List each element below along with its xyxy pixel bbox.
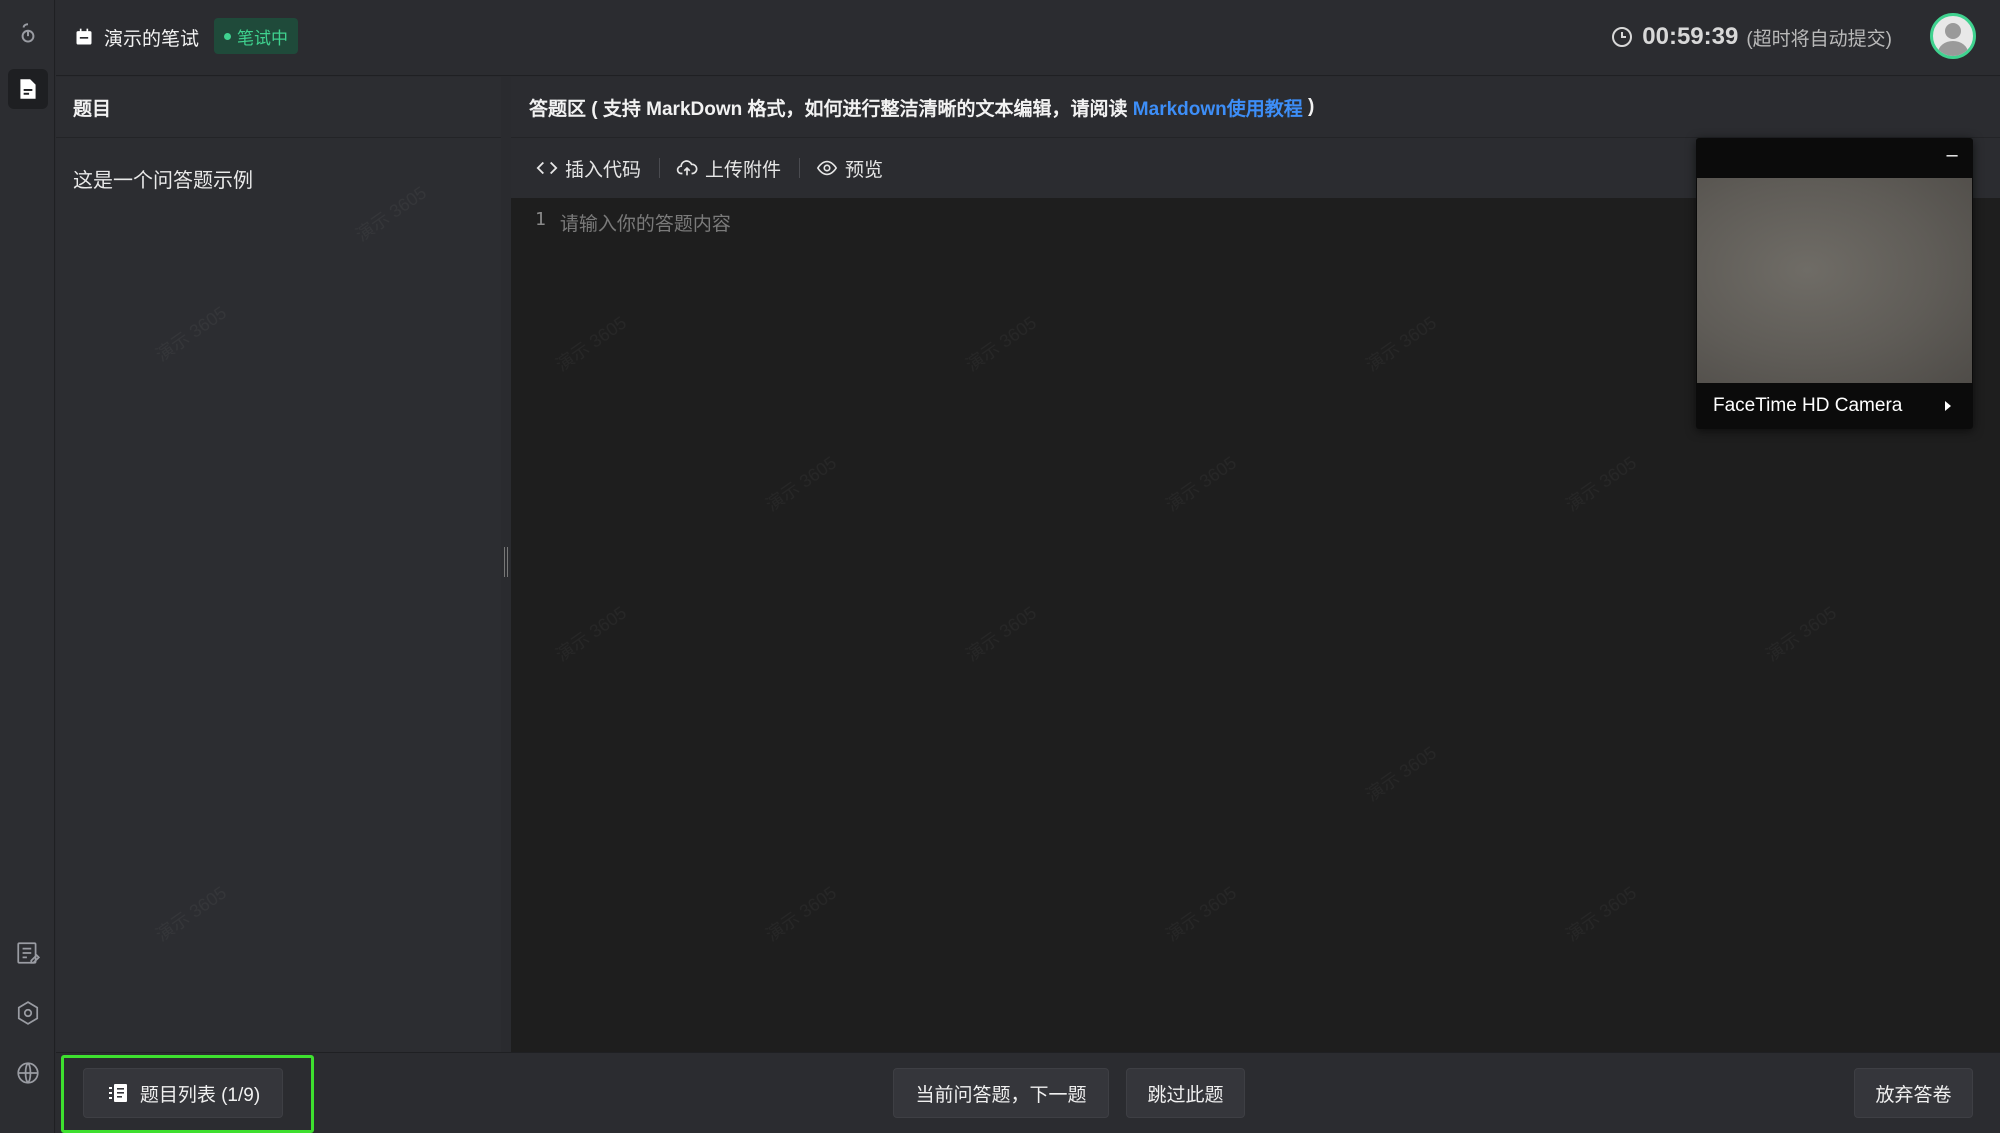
insert-code-button[interactable]: 插入代码	[536, 155, 659, 182]
insert-code-label: 插入代码	[565, 159, 642, 181]
question-text: 这是一个问答题示例	[73, 170, 253, 192]
answer-header-suffix: )	[1302, 96, 1315, 117]
camera-preview-window[interactable]: – FaceTime HD Camera	[1696, 138, 1973, 429]
exam-app: 演示的笔试 笔试中 00:59:39 (超时将自动提交) 题目 这是一个问答题示…	[0, 0, 2000, 1133]
exam-title-text: 演示的笔试	[104, 28, 200, 50]
calendar-icon	[76, 28, 92, 45]
toolbar-divider	[659, 158, 661, 178]
timer-value: 00:59:39	[1642, 23, 1739, 50]
toolbar-divider	[799, 158, 801, 178]
question-panel-title: 题目	[56, 77, 501, 138]
camera-feed	[1697, 178, 1972, 383]
exam-document-nav-icon[interactable]	[8, 69, 48, 109]
status-dot-icon	[224, 32, 231, 40]
language-globe-icon[interactable]	[8, 1053, 48, 1093]
user-avatar[interactable]	[1930, 13, 1976, 59]
line-number: 1	[535, 209, 546, 230]
countdown-timer: 00:59:39 (超时将自动提交)	[1610, 20, 1892, 54]
code-brackets-icon	[536, 161, 558, 175]
cloud-upload-icon	[676, 160, 698, 176]
top-bar: 演示的笔试 笔试中 00:59:39 (超时将自动提交)	[56, 0, 2000, 76]
camera-device-name: FaceTime HD Camera	[1713, 395, 1903, 416]
skip-question-button[interactable]: 跳过此题	[1126, 1068, 1245, 1118]
upload-attachment-label: 上传附件	[705, 159, 782, 181]
question-list-button[interactable]: 题目列表 (1/9)	[83, 1068, 283, 1118]
camera-device-selector[interactable]: FaceTime HD Camera	[1696, 383, 1973, 429]
brand-logo-icon	[8, 14, 48, 54]
exam-title: 演示的笔试	[74, 20, 199, 54]
answer-panel-title: 答题区 ( 支持 MarkDown 格式，如何进行整洁清晰的文本编辑，请阅读 M…	[511, 77, 2000, 138]
panel-resize-handle[interactable]	[501, 77, 511, 1052]
eye-icon	[816, 160, 838, 176]
upload-attachment-button[interactable]: 上传附件	[676, 155, 799, 182]
settings-hexagon-icon[interactable]	[8, 993, 48, 1033]
drag-grip-icon	[504, 547, 508, 577]
editor-placeholder: 请输入你的答题内容	[559, 213, 731, 235]
list-icon	[108, 1084, 127, 1102]
left-icon-rail	[0, 0, 55, 1133]
answer-header-prefix: 答题区 ( 支持 MarkDown 格式，如何进行整洁清晰的文本编辑，请阅读	[529, 98, 1133, 120]
caret-right-icon	[1945, 401, 1951, 411]
question-panel: 题目 这是一个问答题示例	[56, 77, 501, 1052]
preview-label: 预览	[845, 159, 884, 181]
notes-edit-icon[interactable]	[8, 933, 48, 973]
clock-icon	[1612, 27, 1633, 47]
next-question-button[interactable]: 当前问答题，下一题	[893, 1068, 1109, 1118]
minimize-icon[interactable]: –	[1941, 142, 1963, 168]
preview-button[interactable]: 预览	[816, 155, 901, 182]
markdown-tutorial-link[interactable]: Markdown使用教程	[1133, 94, 1303, 121]
abandon-exam-button[interactable]: 放弃答卷	[1854, 1068, 1973, 1118]
timer-note: (超时将自动提交)	[1746, 28, 1892, 50]
question-list-label: 题目列表 (1/9)	[139, 1084, 261, 1106]
status-badge: 笔试中	[214, 18, 298, 54]
status-badge-text: 笔试中	[237, 28, 288, 48]
bottom-action-bar: 题目列表 (1/9) 当前问答题，下一题 跳过此题 放弃答卷	[56, 1052, 2000, 1133]
